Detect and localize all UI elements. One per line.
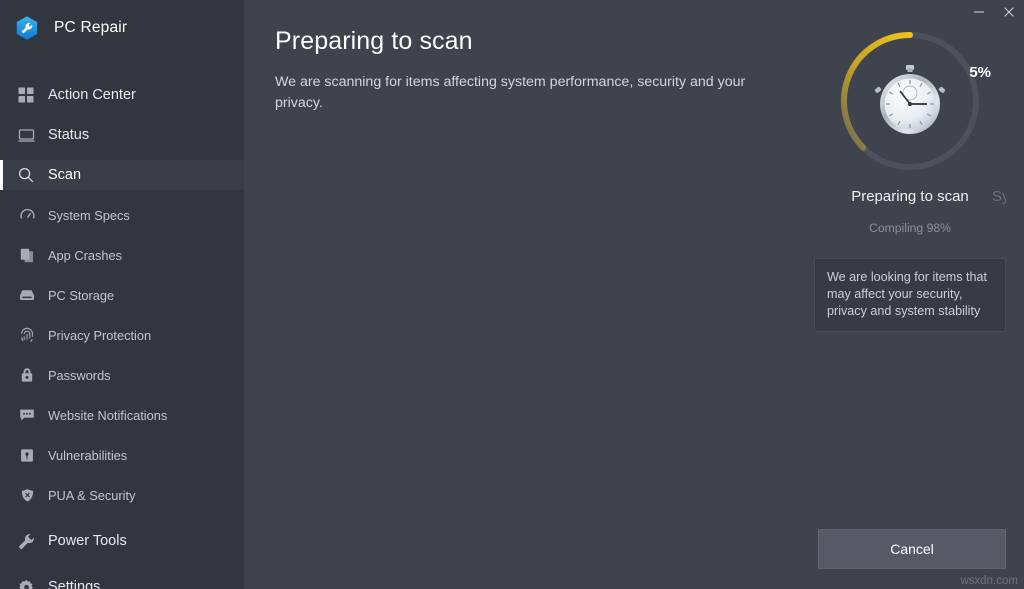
sidebar-item-pc-storage[interactable]: PC Storage [0,280,244,310]
main-content: Preparing to scan We are scanning for it… [244,0,1024,589]
progress-ring: 5% [835,26,991,176]
sidebar-item-vulnerabilities[interactable]: Vulnerabilities [0,440,244,470]
sidebar-item-label: PUA & Security [48,487,136,503]
close-button[interactable] [994,0,1024,24]
sidebar-item-status[interactable]: Status [0,120,244,150]
sidebar-item-label: Action Center [48,87,136,103]
sidebar-item-settings[interactable]: Settings [0,572,244,589]
sidebar-item-pua-security[interactable]: PUA & Security [0,480,244,510]
sidebar-item-power-tools[interactable]: Power Tools [0,526,244,556]
sidebar-item-scan[interactable]: Scan [0,160,244,190]
page-title: Preparing to scan [275,27,473,55]
sidebar-item-website-notifications[interactable]: Website Notifications [0,400,244,430]
gauge-icon [18,206,36,224]
app-window: PC Repair Action Center Status Scan Syst… [0,0,1024,589]
sidebar-item-label: Scan [48,167,82,183]
lock-icon [18,366,36,384]
sidebar-item-app-crashes[interactable]: App Crashes [0,240,244,270]
fingerprint-icon [18,326,36,344]
sidebar-item-label: Power Tools [48,533,127,549]
sidebar-item-passwords[interactable]: Passwords [0,360,244,390]
cancel-button[interactable]: Cancel [818,529,1006,569]
wrench-icon [16,531,36,551]
sidebar-item-label: PC Storage [48,287,115,303]
copy-icon [18,246,36,264]
sidebar-item-label: System Specs [48,207,130,223]
gear-icon [16,577,36,589]
page-subtitle: We are scanning for items affecting syst… [275,74,746,111]
sidebar-item-action-center[interactable]: Action Center [0,80,244,110]
drive-icon [18,286,36,304]
scan-status-row: Preparing to scan Sy [814,188,1006,210]
sidebar-item-label: Settings [48,579,101,589]
progress-percent: 5% [969,64,991,81]
sidebar-item-system-specs[interactable]: System Specs [0,200,244,230]
scan-progress-panel: 5% Preparing to scan Sy Compiling 98% We… [814,26,1006,332]
scan-status-next: Sy [992,188,1006,205]
shield-exclaim-icon [18,446,36,464]
scan-info-tooltip: We are looking for items that may affect… [814,258,1006,332]
sidebar-item-label: Privacy Protection [48,327,152,343]
sidebar-item-privacy-protection[interactable]: Privacy Protection [0,320,244,350]
watermark: wsxdn.com [960,575,1018,587]
chat-bubble-icon [18,406,36,424]
sidebar-item-label: Vulnerabilities [48,447,128,463]
sidebar-item-label: Passwords [48,367,111,383]
title-bar [0,0,1024,28]
grid-icon [16,85,36,105]
sidebar-nav: Action Center Status Scan System Specs A… [0,70,244,589]
minimize-button[interactable] [964,0,994,24]
sidebar-item-label: App Crashes [48,247,122,263]
scan-status-current: Preparing to scan [851,188,969,205]
search-icon [16,165,36,185]
sidebar: PC Repair Action Center Status Scan Syst… [0,0,244,589]
sidebar-item-label: Status [48,127,90,143]
monitor-icon [16,125,36,145]
scan-substatus: Compiling 98% [869,221,951,235]
shield-x-icon [18,486,36,504]
sidebar-item-label: Website Notifications [48,407,168,423]
